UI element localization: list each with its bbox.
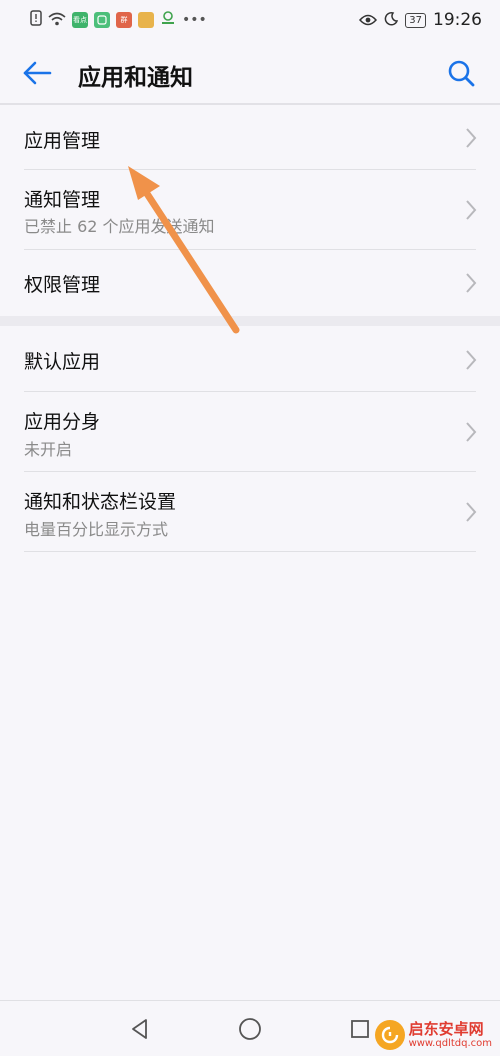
app-notification-icon [160, 10, 176, 30]
chevron-right-icon [466, 273, 477, 293]
wifi-icon [48, 11, 66, 30]
chevron-right-icon [466, 128, 477, 148]
nav-recents-button[interactable] [346, 1015, 374, 1043]
item-label: 应用管理 [24, 130, 101, 152]
watermark-logo-icon [374, 1020, 405, 1050]
back-arrow-icon [23, 61, 52, 85]
search-button[interactable] [444, 56, 478, 90]
item-label: 通知和状态栏设置 [24, 491, 177, 513]
settings-section-2: 默认应用 应用分身 未开启 通知和状态栏设置 电量百分比显示方式 [0, 326, 500, 552]
item-label: 应用分身 [24, 411, 101, 433]
watermark-url: www.qdltdq.com [408, 1037, 492, 1049]
chevron-right-icon [466, 200, 477, 220]
chevron-right-icon [466, 502, 477, 522]
more-icon: ••• [182, 12, 207, 28]
list-item-notification-management[interactable]: 通知管理 已禁止 62 个应用发送通知 [0, 170, 500, 250]
app-notification-icon: 群 [116, 12, 132, 28]
moon-icon [384, 11, 399, 30]
status-time: 19:26 [433, 10, 482, 30]
alert-icon [30, 10, 42, 30]
back-button[interactable] [20, 56, 54, 90]
section-gap [0, 316, 500, 326]
title-divider [0, 103, 500, 105]
watermark-name: 启东安卓网 [408, 1020, 484, 1039]
item-label: 默认应用 [24, 351, 101, 373]
status-bar: 看点 群 ••• 37 19:26 [0, 0, 500, 40]
item-subtitle: 电量百分比显示方式 [24, 520, 169, 539]
circle-home-icon [239, 1018, 261, 1040]
page-title: 应用和通知 [78, 65, 193, 91]
item-label: 通知管理 [24, 189, 101, 211]
search-icon [448, 60, 475, 87]
app-notification-icon: 看点 [72, 12, 88, 28]
list-item-app-management[interactable]: 应用管理 [0, 106, 500, 170]
title-bar: 应用和通知 [0, 40, 500, 104]
list-item-permission-management[interactable]: 权限管理 [0, 250, 500, 316]
list-item-app-twin[interactable]: 应用分身 未开启 [0, 392, 500, 472]
settings-section-1: 应用管理 通知管理 已禁止 62 个应用发送通知 权限管理 [0, 106, 500, 316]
nav-back-button[interactable] [126, 1015, 154, 1043]
watermark: 启东安卓网 www.qdltdq.com [374, 1020, 492, 1050]
list-item-default-apps[interactable]: 默认应用 [0, 326, 500, 392]
divider [24, 551, 476, 552]
item-subtitle: 未开启 [24, 440, 73, 459]
item-subtitle: 已禁止 62 个应用发送通知 [24, 217, 215, 236]
triangle-back-icon [132, 1019, 147, 1039]
app-notification-icon [138, 12, 154, 28]
nav-home-button[interactable] [236, 1015, 264, 1043]
battery-icon: 37 [405, 12, 426, 28]
item-label: 权限管理 [24, 274, 101, 296]
eye-icon [359, 11, 378, 30]
list-item-notification-status-bar[interactable]: 通知和状态栏设置 电量百分比显示方式 [0, 472, 500, 552]
square-recents-icon [351, 1020, 369, 1038]
chevron-right-icon [466, 422, 477, 442]
app-notification-icon [94, 12, 110, 28]
chevron-right-icon [466, 350, 477, 370]
